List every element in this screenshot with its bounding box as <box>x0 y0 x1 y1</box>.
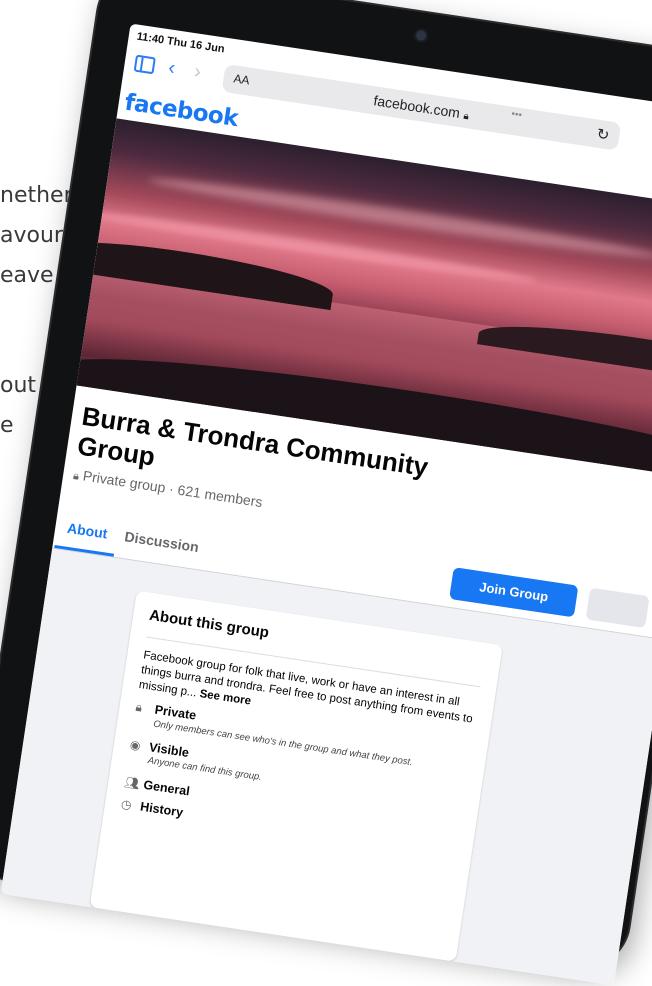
url-text: facebook.com <box>372 92 462 122</box>
background-paragraph-2: out e <box>0 366 36 446</box>
about-title: About this group <box>148 606 271 642</box>
about-card: About this group Facebook group for folk… <box>89 590 503 962</box>
front-camera <box>415 29 427 42</box>
info-general: 👥︎ General <box>123 775 190 799</box>
people-icon: 👥︎ <box>123 774 141 792</box>
sidebar-icon[interactable] <box>133 54 156 75</box>
lock-icon: 🔒︎ <box>134 699 144 715</box>
lock-icon: 🔒︎ <box>462 110 470 123</box>
text-line: nether <box>0 183 73 208</box>
info-label: General <box>142 777 191 799</box>
info-visible: ◉ Visible Anyone can find this group. <box>127 737 264 783</box>
info-label: History <box>139 799 184 820</box>
eye-icon: ◉ <box>129 737 142 753</box>
tab-about[interactable]: About <box>66 520 108 542</box>
reload-icon[interactable]: ↻ <box>596 125 611 145</box>
text-line: e <box>0 413 14 438</box>
info-subtext: Anyone can find this group. <box>147 755 263 784</box>
back-icon[interactable]: ‹ <box>167 57 177 80</box>
clock-icon: ◷ <box>120 796 133 813</box>
tab-discussion[interactable]: Discussion <box>124 528 200 555</box>
address-bar[interactable]: ••• AA facebook.com 🔒︎ ↻ <box>221 63 622 151</box>
forward-icon[interactable]: › <box>193 60 203 83</box>
url-display[interactable]: facebook.com 🔒︎ <box>222 70 620 145</box>
info-history: ◷ History <box>120 797 184 820</box>
tablet-screen: 11:40 Thu 16 Jun ‹ › ••• AA facebook.com… <box>0 23 652 986</box>
tablet-device: 11:40 Thu 16 Jun ‹ › ••• AA facebook.com… <box>0 0 652 986</box>
text-line: out <box>0 373 37 398</box>
lock-icon: 🔒︎ <box>72 469 80 483</box>
